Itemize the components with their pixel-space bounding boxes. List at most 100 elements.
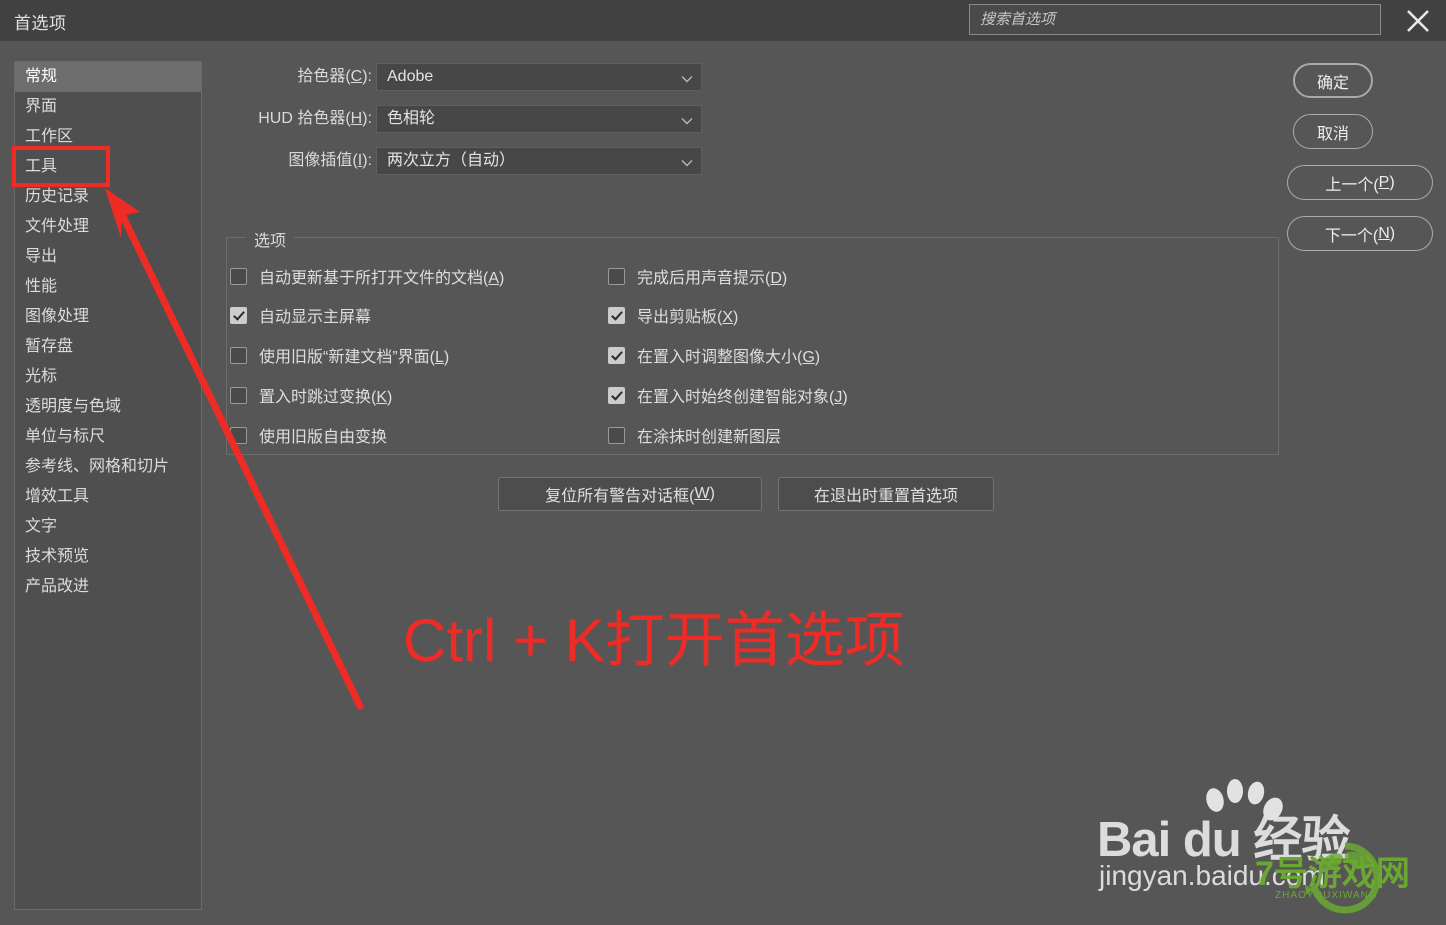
button-label-tail: )	[1389, 224, 1396, 242]
close-icon[interactable]	[1400, 3, 1436, 39]
field-label-text: HUD 拾色器(	[258, 110, 351, 127]
checkbox-label-text: 自动更新基于所打开文件的文档(	[259, 270, 489, 287]
sidebar-item-12[interactable]: 单位与标尺	[15, 422, 201, 452]
checkbox-unchecked-icon[interactable]	[230, 346, 247, 364]
sidebar-item-7[interactable]: 性能	[15, 272, 201, 302]
checkbox-label: 自动更新基于所打开文件的文档(A)	[259, 264, 504, 288]
checkbox-unchecked-icon[interactable]	[230, 426, 247, 444]
ok-button[interactable]: 确定	[1293, 63, 1373, 98]
chevron-down-icon	[681, 114, 693, 126]
sidebar-item-11[interactable]: 透明度与色域	[15, 392, 201, 422]
checkbox-unchecked-icon[interactable]	[608, 267, 625, 285]
checkbox-unchecked-icon[interactable]	[230, 267, 247, 285]
sidebar-item-2[interactable]: 工作区	[15, 122, 201, 152]
sidebar-item-1[interactable]: 界面	[15, 92, 201, 122]
sidebar-item-8[interactable]: 图像处理	[15, 302, 201, 332]
field-label-tail: ):	[362, 68, 372, 85]
sidebar-item-6[interactable]: 导出	[15, 242, 201, 272]
checkbox-label: 在置入时始终创建智能对象(J)	[637, 383, 848, 407]
sidebar-item-3[interactable]: 工具	[15, 152, 201, 182]
sidebar-item-label: 产品改进	[25, 578, 90, 595]
sidebar-item-10[interactable]: 光标	[15, 362, 201, 392]
checkbox-unchecked-icon[interactable]	[230, 386, 247, 404]
checkbox-label-text: 使用旧版自由变换	[259, 429, 388, 446]
previous-button[interactable]: 上一个(P)	[1287, 165, 1433, 200]
checkbox-label: 完成后用声音提示(D)	[637, 264, 787, 288]
field-label-color-picker: 拾色器(C):	[297, 63, 372, 91]
sidebar-item-label: 工作区	[25, 128, 74, 145]
sidebar-item-5[interactable]: 文件处理	[15, 212, 201, 242]
button-label: 在退出时重置首选项	[813, 488, 958, 505]
checkbox-label-tail: )	[814, 349, 821, 366]
sidebar-item-label: 暂存盘	[25, 338, 74, 355]
checkbox-accesskey: A	[488, 270, 500, 287]
color-picker-dropdown[interactable]: Adobe	[376, 63, 702, 91]
chevron-down-icon	[681, 72, 693, 84]
sidebar-item-4[interactable]: 历史记录	[15, 182, 201, 212]
reset-all-warning-dialogs-button[interactable]: 复位所有警告对话框(W)	[498, 477, 762, 511]
button-label: 复位所有警告对话框(	[545, 488, 695, 505]
hud-color-picker-dropdown[interactable]: 色相轮	[376, 105, 702, 133]
sidebar-item-label: 常规	[25, 68, 58, 85]
checkbox-unchecked-icon[interactable]	[608, 426, 625, 444]
sidebar-item-label: 增效工具	[25, 488, 90, 505]
checkbox-label: 导出剪贴板(X)	[637, 303, 738, 327]
cancel-button[interactable]: 取消	[1293, 114, 1373, 149]
sidebar-item-label: 参考线、网格和切片	[25, 458, 170, 475]
checkbox-label-text: 自动显示主屏幕	[259, 309, 372, 326]
sidebar-category-list[interactable]: 常规界面工作区工具历史记录文件处理导出性能图像处理暂存盘光标透明度与色域单位与标…	[14, 61, 202, 910]
sidebar-item-13[interactable]: 参考线、网格和切片	[15, 452, 201, 482]
next-button[interactable]: 下一个(N)	[1287, 216, 1433, 251]
sidebar-item-9[interactable]: 暂存盘	[15, 332, 201, 362]
checkbox-row-left-0[interactable]: 自动更新基于所打开文件的文档(A)	[230, 264, 504, 288]
checkbox-checked-icon[interactable]	[608, 346, 625, 364]
title-bar: 首选项	[0, 0, 1446, 41]
field-label-image-interpolation: 图像插值(I):	[288, 147, 372, 175]
button-label: 取消	[1316, 125, 1349, 143]
checkbox-row-left-4[interactable]: 使用旧版自由变换	[230, 423, 387, 447]
checkbox-accesskey: L	[435, 349, 444, 366]
checkbox-row-right-3[interactable]: 在置入时始终创建智能对象(J)	[608, 383, 848, 407]
chevron-down-icon	[681, 156, 693, 168]
checkbox-accesskey: X	[722, 309, 734, 326]
field-label-text: 图像插值(	[288, 152, 358, 169]
checkbox-row-left-2[interactable]: 使用旧版“新建文档”界面(L)	[230, 343, 449, 367]
search-input[interactable]	[970, 5, 1380, 34]
button-accesskey: W	[694, 485, 710, 502]
checkbox-row-right-0[interactable]: 完成后用声音提示(D)	[608, 264, 787, 288]
window-title: 首选项	[14, 14, 67, 33]
sidebar-item-label: 图像处理	[25, 308, 90, 325]
checkbox-checked-icon[interactable]	[230, 306, 247, 324]
checkbox-label-tail: )	[733, 309, 739, 326]
field-label-tail: ):	[362, 152, 372, 169]
checkbox-accesskey: G	[802, 349, 815, 366]
checkbox-row-right-2[interactable]: 在置入时调整图像大小(G)	[608, 343, 820, 367]
image-interpolation-dropdown[interactable]: 两次立方（自动）	[376, 147, 702, 175]
field-label-hud-color-picker: HUD 拾色器(H):	[258, 105, 372, 133]
sidebar-item-15[interactable]: 文字	[15, 512, 201, 542]
checkbox-row-right-4[interactable]: 在涂抹时创建新图层	[608, 423, 781, 447]
sidebar-item-0[interactable]: 常规	[15, 62, 201, 92]
sidebar-item-14[interactable]: 增效工具	[15, 482, 201, 512]
sidebar-item-17[interactable]: 产品改进	[15, 572, 201, 602]
sidebar-item-label: 工具	[25, 158, 58, 175]
checkbox-label: 自动显示主屏幕	[259, 303, 371, 327]
sidebar-item-label: 性能	[25, 278, 58, 295]
checkbox-checked-icon[interactable]	[608, 306, 625, 324]
sidebar-item-label: 光标	[25, 368, 58, 385]
checkbox-row-left-1[interactable]: 自动显示主屏幕	[230, 303, 371, 327]
hud-color-picker-value: 色相轮	[387, 110, 436, 127]
sidebar-item-label: 界面	[25, 98, 58, 115]
button-label-tail: )	[1389, 173, 1395, 191]
dialog-body: 常规界面工作区工具历史记录文件处理导出性能图像处理暂存盘光标透明度与色域单位与标…	[0, 41, 1446, 925]
reset-preferences-on-quit-button[interactable]: 在退出时重置首选项	[778, 477, 994, 511]
field-label-accesskey: H	[350, 110, 363, 127]
checkbox-row-left-3[interactable]: 置入时跳过变换(K)	[230, 383, 392, 407]
sidebar-item-label: 单位与标尺	[25, 428, 106, 445]
checkbox-checked-icon[interactable]	[608, 386, 625, 404]
sidebar-item-16[interactable]: 技术预览	[15, 542, 201, 572]
search-box[interactable]	[969, 4, 1381, 35]
checkbox-row-right-1[interactable]: 导出剪贴板(X)	[608, 303, 738, 327]
image-interpolation-value: 两次立方（自动）	[387, 152, 516, 169]
sidebar-item-label: 文件处理	[25, 218, 90, 235]
